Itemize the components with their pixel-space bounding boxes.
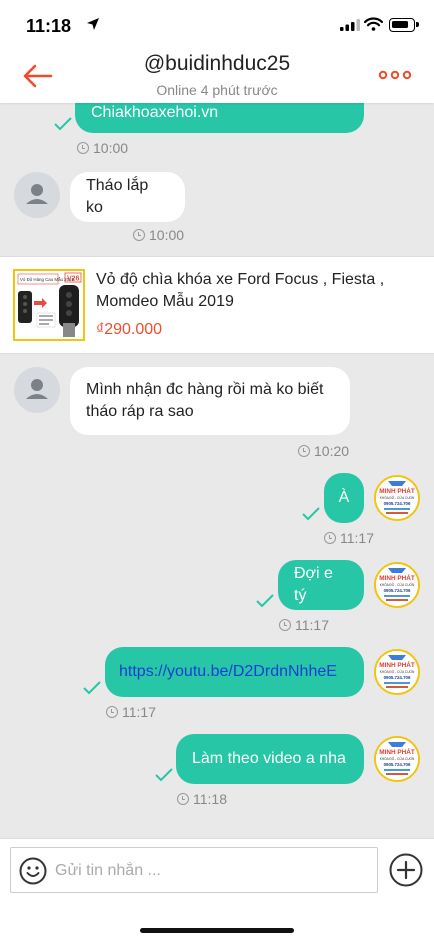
message-bubble-received[interactable]: Mình nhận đc hàng rồi mà ko biết tháo rá… bbox=[70, 367, 350, 435]
avatar[interactable] bbox=[14, 172, 60, 218]
product-card[interactable]: V26 Vỏ Độ Hàng Cao Mẫu 2019 Vỏ độ chìa k… bbox=[0, 256, 434, 354]
svg-text:MINH PHÁT: MINH PHÁT bbox=[379, 660, 415, 669]
chat-header: @buidinhduc25 Online 4 phút trước bbox=[0, 48, 434, 103]
clock-icon bbox=[106, 706, 118, 718]
chat-messages[interactable]: Chiakhoaxehoi.vn 10:00 Tháo lắp ko 10:00… bbox=[0, 85, 434, 838]
message-timestamp: 11:17 bbox=[106, 704, 156, 720]
message-input[interactable] bbox=[55, 860, 355, 882]
clock-icon bbox=[324, 532, 336, 544]
seen-check-icon bbox=[256, 594, 274, 608]
chat-partner-name[interactable]: @buidinhduc25 bbox=[0, 52, 434, 76]
battery-icon bbox=[389, 18, 419, 32]
clock-icon bbox=[133, 229, 145, 241]
clock-icon bbox=[279, 619, 291, 631]
clock-icon bbox=[77, 142, 89, 154]
svg-text:KHÓA ĐỘ - CỬA CUỐN: KHÓA ĐỘ - CỬA CUỐN bbox=[380, 582, 415, 587]
message-text: Đợi e tý bbox=[294, 565, 333, 604]
message-link[interactable]: https://youtu.be/D2DrdnNhheE bbox=[119, 661, 337, 683]
svg-text:KHÓA ĐỘ - CỬA CUỐN: KHÓA ĐỘ - CỬA CUỐN bbox=[380, 495, 415, 500]
seen-check-icon bbox=[83, 681, 101, 695]
status-bar: 11:18 bbox=[0, 0, 434, 48]
shop-avatar[interactable]: MINH PHÁT KHÓA ĐỘ - CỬA CUỐN 0905.724.70… bbox=[374, 475, 420, 521]
shop-avatar[interactable]: MINH PHÁT KHÓA ĐỘ - CỬA CUỐN 0905.724.70… bbox=[374, 649, 420, 695]
seen-check-icon bbox=[155, 768, 173, 782]
product-price: ₫290.000 bbox=[96, 321, 163, 338]
message-text: Tháo lắp ko bbox=[86, 177, 149, 216]
emoji-icon[interactable] bbox=[19, 857, 47, 885]
user-icon bbox=[26, 379, 48, 399]
message-timestamp: 10:20 bbox=[298, 443, 349, 459]
svg-text:0905.724.706: 0905.724.706 bbox=[384, 675, 411, 680]
svg-text:KHÓA ĐỘ - CỬA CUỐN: KHÓA ĐỘ - CỬA CUỐN bbox=[380, 669, 415, 674]
message-input-container[interactable] bbox=[10, 847, 378, 893]
clock-icon bbox=[298, 445, 310, 457]
status-time: 11:18 bbox=[26, 16, 72, 36]
message-bubble-sent[interactable]: Đợi e tý bbox=[278, 560, 364, 610]
svg-text:Vỏ Độ Hàng Cao Mẫu 2019: Vỏ Độ Hàng Cao Mẫu 2019 bbox=[20, 277, 74, 282]
message-bubble-sent[interactable]: https://youtu.be/D2DrdnNhheE bbox=[105, 647, 364, 697]
shop-avatar[interactable]: MINH PHÁT KHÓA ĐỘ - CỬA CUỐN 0905.724.70… bbox=[374, 562, 420, 608]
message-text: À bbox=[338, 489, 350, 506]
seen-check-icon bbox=[302, 507, 320, 521]
svg-text:0905.724.706: 0905.724.706 bbox=[384, 588, 411, 593]
online-status: Online 4 phút trước bbox=[156, 82, 278, 98]
signal-icon bbox=[340, 19, 360, 31]
message-timestamp: 10:00 bbox=[77, 140, 128, 156]
message-bubble-sent[interactable]: Làm theo video a nha bbox=[176, 734, 364, 784]
message-text: Chiakhoaxehoi.vn bbox=[91, 104, 219, 121]
message-timestamp: 11:17 bbox=[324, 530, 374, 546]
message-bubble-sent[interactable]: À bbox=[324, 473, 364, 523]
add-attachment-icon[interactable] bbox=[389, 853, 423, 887]
location-arrow-icon bbox=[87, 18, 99, 30]
message-input-bar bbox=[0, 838, 434, 941]
message-bubble-received[interactable]: Tháo lắp ko bbox=[70, 172, 185, 222]
product-image: V26 Vỏ Độ Hàng Cao Mẫu 2019 bbox=[13, 269, 85, 341]
avatar[interactable] bbox=[14, 367, 60, 413]
svg-text:KHÓA ĐỘ - CỬA CUỐN: KHÓA ĐỘ - CỬA CUỐN bbox=[380, 756, 415, 761]
message-timestamp: 11:17 bbox=[279, 617, 329, 633]
home-indicator bbox=[140, 928, 294, 933]
svg-text:MINH PHÁT: MINH PHÁT bbox=[379, 573, 415, 582]
svg-text:0905.724.706: 0905.724.706 bbox=[384, 762, 411, 767]
more-options-icon[interactable] bbox=[378, 68, 412, 82]
product-title: Vỏ độ chìa khóa xe Ford Focus , Fiesta ,… bbox=[96, 271, 385, 310]
svg-text:MINH PHÁT: MINH PHÁT bbox=[379, 486, 415, 495]
message-text: Làm theo video a nha bbox=[192, 750, 346, 767]
seen-check-icon bbox=[54, 117, 72, 131]
message-text: Mình nhận đc hàng rồi mà ko biết tháo rá… bbox=[86, 381, 324, 420]
message-timestamp: 10:00 bbox=[133, 227, 184, 243]
svg-text:MINH PHÁT: MINH PHÁT bbox=[379, 747, 415, 756]
svg-text:0905.724.706: 0905.724.706 bbox=[384, 501, 411, 506]
wifi-icon bbox=[364, 17, 383, 31]
shop-avatar[interactable]: MINH PHÁT KHÓA ĐỘ - CỬA CUỐN 0905.724.70… bbox=[374, 736, 420, 782]
clock-icon bbox=[177, 793, 189, 805]
user-icon bbox=[26, 184, 48, 204]
message-timestamp: 11:18 bbox=[177, 791, 227, 807]
